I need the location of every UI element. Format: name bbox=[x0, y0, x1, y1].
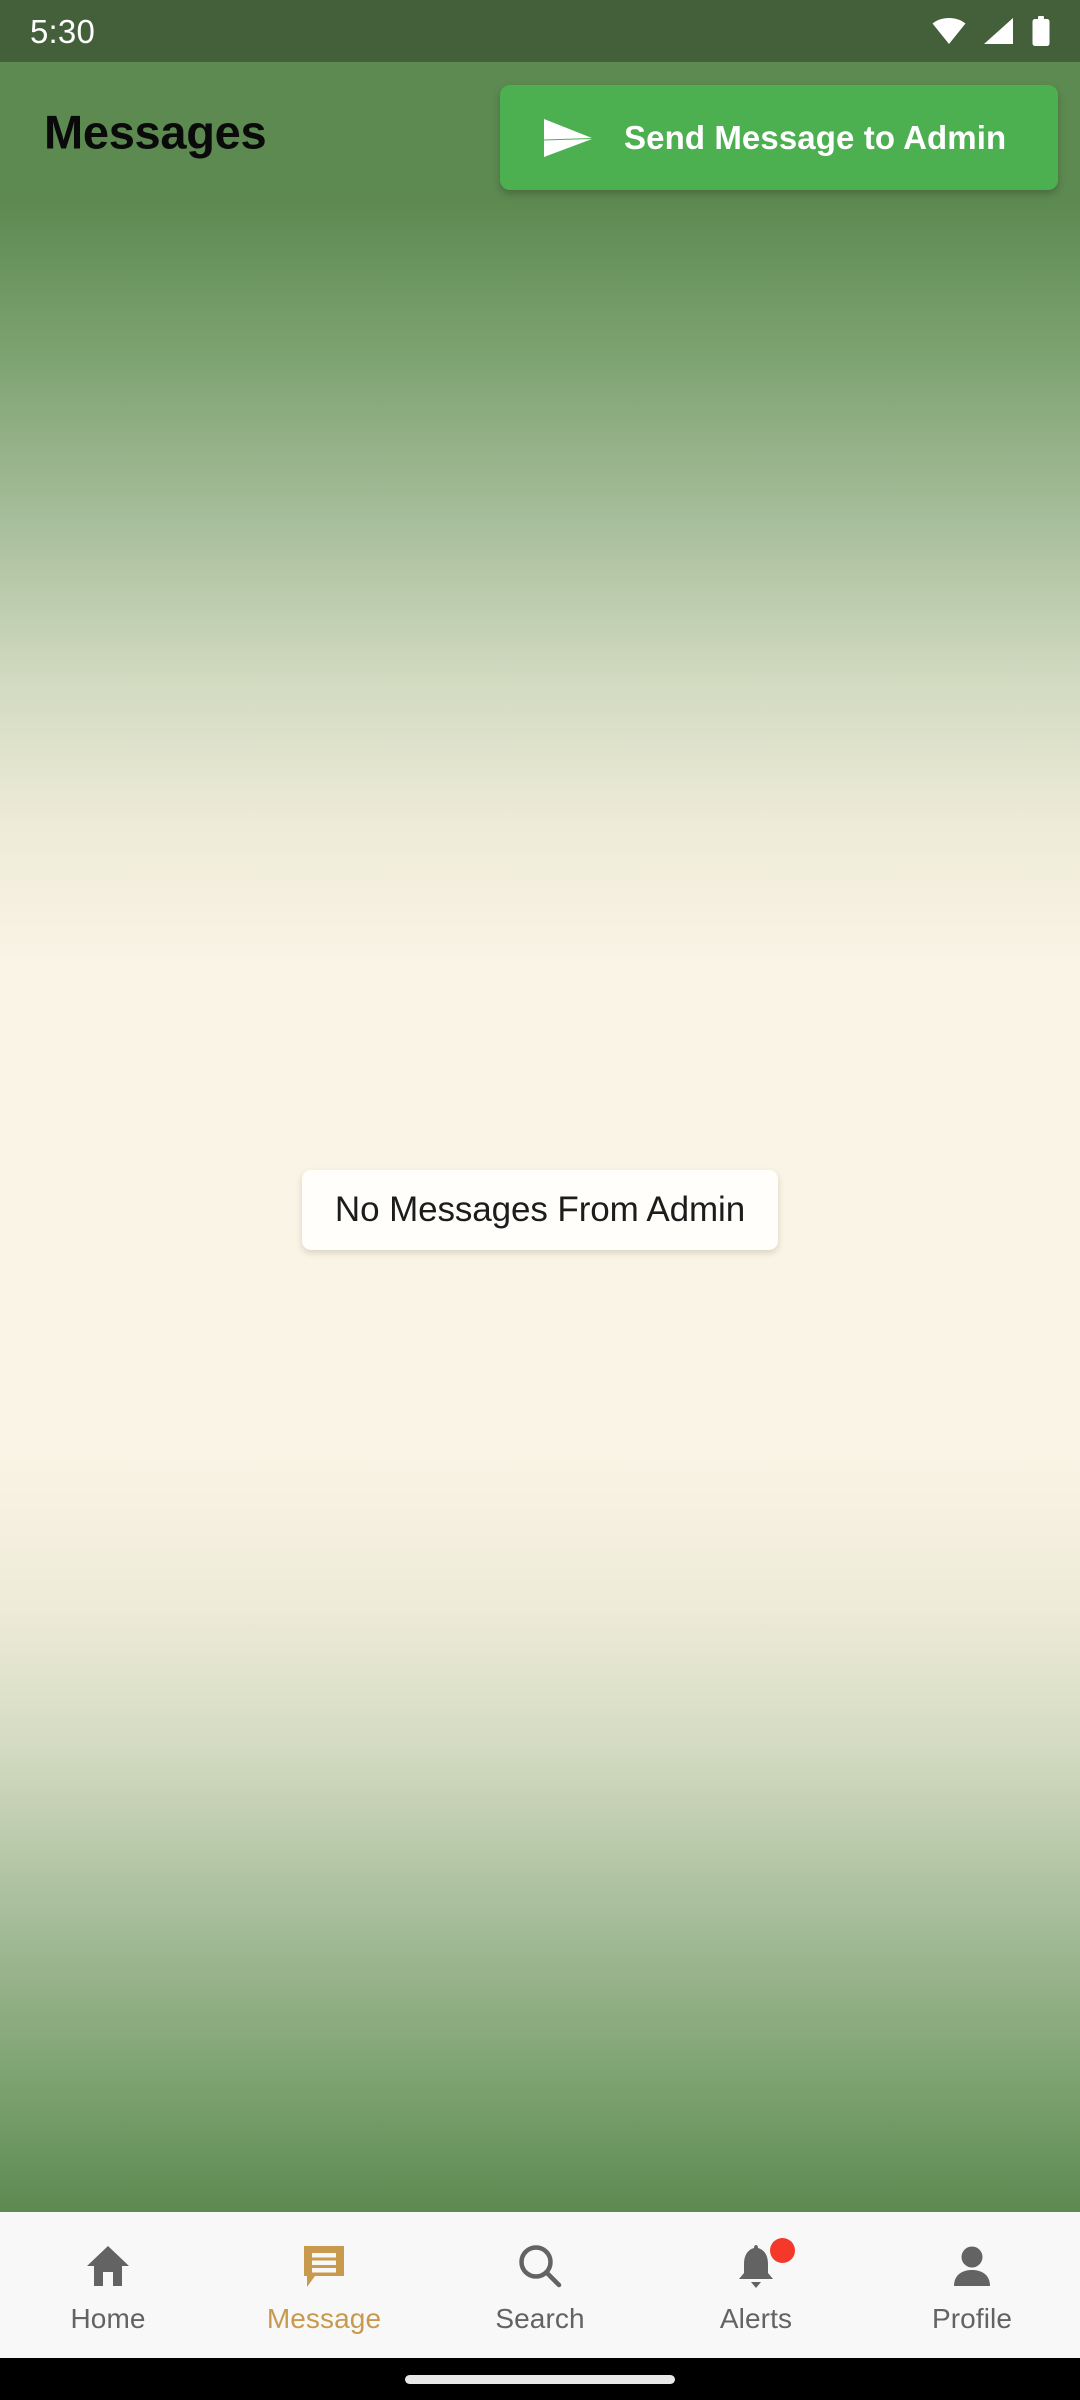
nav-item-message[interactable]: Message bbox=[216, 2212, 432, 2358]
status-bar: 5:30 bbox=[0, 0, 1080, 62]
nav-label-search: Search bbox=[495, 2303, 585, 2334]
alerts-badge-dot bbox=[770, 2238, 795, 2263]
nav-item-home[interactable]: Home bbox=[0, 2212, 216, 2358]
messages-content-area: No Messages From Admin bbox=[0, 202, 1080, 2212]
cellular-signal-icon bbox=[984, 18, 1013, 44]
bell-icon-wrap bbox=[728, 2238, 795, 2291]
status-bar-clock: 5:30 bbox=[30, 12, 96, 50]
status-bar-icons bbox=[932, 16, 1050, 46]
nav-label-home: Home bbox=[70, 2303, 146, 2334]
battery-icon bbox=[1032, 16, 1050, 46]
message-icon-wrap bbox=[296, 2241, 352, 2291]
page-title: Messages bbox=[44, 105, 267, 159]
nav-item-search[interactable]: Search bbox=[432, 2212, 648, 2358]
message-icon bbox=[304, 2246, 344, 2287]
person-icon bbox=[954, 2246, 990, 2286]
nav-item-alerts[interactable]: Alerts bbox=[648, 2212, 864, 2358]
bottom-navigation-bar: Home Message Search Alerts Profile bbox=[0, 2212, 1080, 2358]
home-icon-wrap bbox=[80, 2241, 136, 2291]
home-indicator[interactable] bbox=[405, 2374, 675, 2384]
phone-screen: 5:30 Messages Send Message to Admin No M… bbox=[0, 0, 1080, 2400]
send-message-to-admin-button[interactable]: Send Message to Admin bbox=[500, 85, 1058, 190]
send-message-button-label: Send Message to Admin bbox=[624, 118, 1007, 156]
nav-label-profile: Profile bbox=[931, 2303, 1013, 2334]
person-icon-wrap bbox=[944, 2241, 1000, 2291]
nav-label-message: Message bbox=[266, 2303, 382, 2334]
home-icon bbox=[87, 2246, 129, 2286]
wifi-icon bbox=[932, 18, 966, 44]
search-icon bbox=[519, 2245, 562, 2288]
nav-item-profile[interactable]: Profile bbox=[864, 2212, 1080, 2358]
search-icon-wrap bbox=[512, 2241, 568, 2291]
no-messages-card: No Messages From Admin bbox=[302, 1170, 778, 1250]
system-gesture-bar bbox=[0, 2358, 1080, 2400]
no-messages-text: No Messages From Admin bbox=[334, 1190, 746, 1229]
send-icon bbox=[544, 118, 592, 157]
nav-label-alerts: Alerts bbox=[719, 2303, 793, 2334]
app-header: Messages Send Message to Admin bbox=[0, 62, 1080, 202]
